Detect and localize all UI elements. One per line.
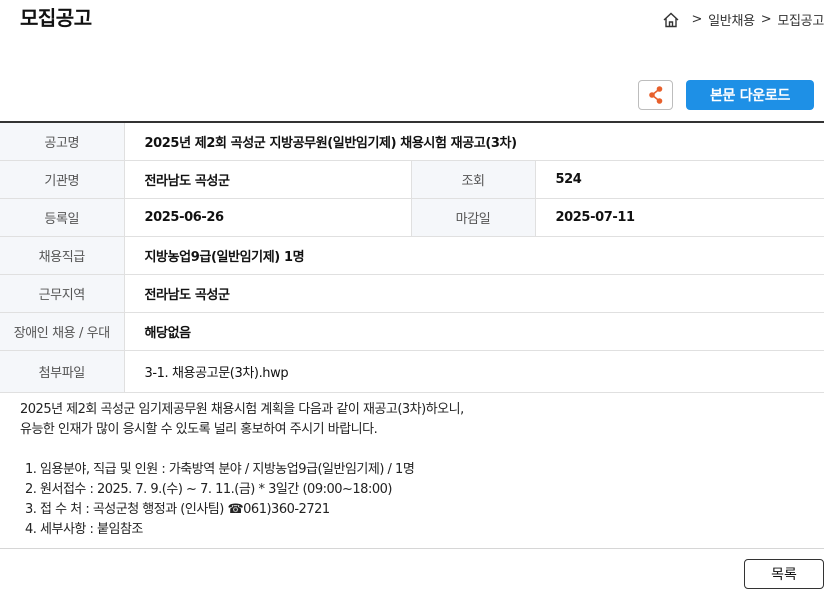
title-label: 공고명 [0,122,125,161]
disability-value: 해당없음 [124,312,824,351]
announcement-info-table: 공고명 2025년 제2회 곡성군 지방공무원(일반임기제) 채용시험 재공고(… [0,121,824,393]
home-icon[interactable] [662,11,680,29]
intro-line: 2025년 제2회 곡성군 임기제공무원 채용시험 계획을 다음과 같이 재공고… [20,402,464,417]
list-item: 3. 접 수 처 : 곡성군청 행정과 (인사팀) ☎061)360-2721 [25,502,330,517]
views-label: 조회 [410,160,536,199]
registration-date-value: 2025-06-26 [124,198,411,237]
intro-line: 유능한 인재가 많이 응시할 수 있도록 널리 홍보하여 주시기 바랍니다. [20,422,378,437]
region-label: 근무지역 [0,274,125,313]
list-item: 2. 원서접수 : 2025. 7. 9.(수) ~ 7. 11.(금) * 3… [25,482,392,497]
agency-label: 기관명 [0,160,125,199]
page-title: 모집공고 [20,6,92,30]
table-row: 등록일 2025-06-26 마감일 2025-07-11 [0,198,824,237]
disability-label: 장애인 채용 / 우대 [0,312,125,351]
breadcrumb-item-general-hiring[interactable]: 일반채용 [708,10,755,29]
divider [0,548,824,549]
announcement-body: 2025년 제2회 곡성군 임기제공무원 채용시험 계획을 다음과 같이 재공고… [20,400,464,540]
breadcrumb: > 일반채용 > 모집공고 [662,10,824,29]
download-body-button[interactable]: 본문 다운로드 [686,80,814,110]
table-row: 장애인 채용 / 우대 해당없음 [0,312,824,351]
breadcrumb-item-announcement[interactable]: 모집공고 [777,10,824,29]
region-value: 전라남도 곡성군 [124,274,824,313]
attachment-label: 첨부파일 [0,350,125,393]
intro-paragraph: 2025년 제2회 곡성군 임기제공무원 채용시험 계획을 다음과 같이 재공고… [20,400,464,440]
registration-date-label: 등록일 [0,198,125,237]
breadcrumb-separator: > [691,12,703,27]
share-icon [648,86,662,104]
views-value: 524 [535,160,824,199]
table-row: 채용직급 지방농업9급(일반임기제) 1명 [0,236,824,275]
deadline-value: 2025-07-11 [535,198,824,237]
grade-value: 지방농업9급(일반임기제) 1명 [124,236,824,275]
title-value: 2025년 제2회 곡성군 지방공무원(일반임기제) 채용시험 재공고(3차) [124,122,824,161]
table-row: 근무지역 전라남도 곡성군 [0,274,824,313]
list-item: 4. 세부사항 : 붙임참조 [25,522,143,537]
table-row: 기관명 전라남도 곡성군 조회 524 [0,160,824,199]
breadcrumb-separator: > [760,12,772,27]
detail-list: 1. 임용분야, 직급 및 인원 : 가축방역 분야 / 지방농업9급(일반임기… [20,460,464,540]
deadline-label: 마감일 [410,198,536,237]
agency-value: 전라남도 곡성군 [124,160,411,199]
grade-label: 채용직급 [0,236,125,275]
table-row: 공고명 2025년 제2회 곡성군 지방공무원(일반임기제) 채용시험 재공고(… [0,122,824,161]
table-row: 첨부파일 3-1. 채용공고문(3차).hwp [0,350,824,393]
attachment-file-link[interactable]: 3-1. 채용공고문(3차).hwp [124,350,824,393]
list-item: 1. 임용분야, 직급 및 인원 : 가축방역 분야 / 지방농업9급(일반임기… [25,462,415,477]
list-button[interactable]: 목록 [744,559,824,589]
share-button[interactable] [638,80,673,110]
